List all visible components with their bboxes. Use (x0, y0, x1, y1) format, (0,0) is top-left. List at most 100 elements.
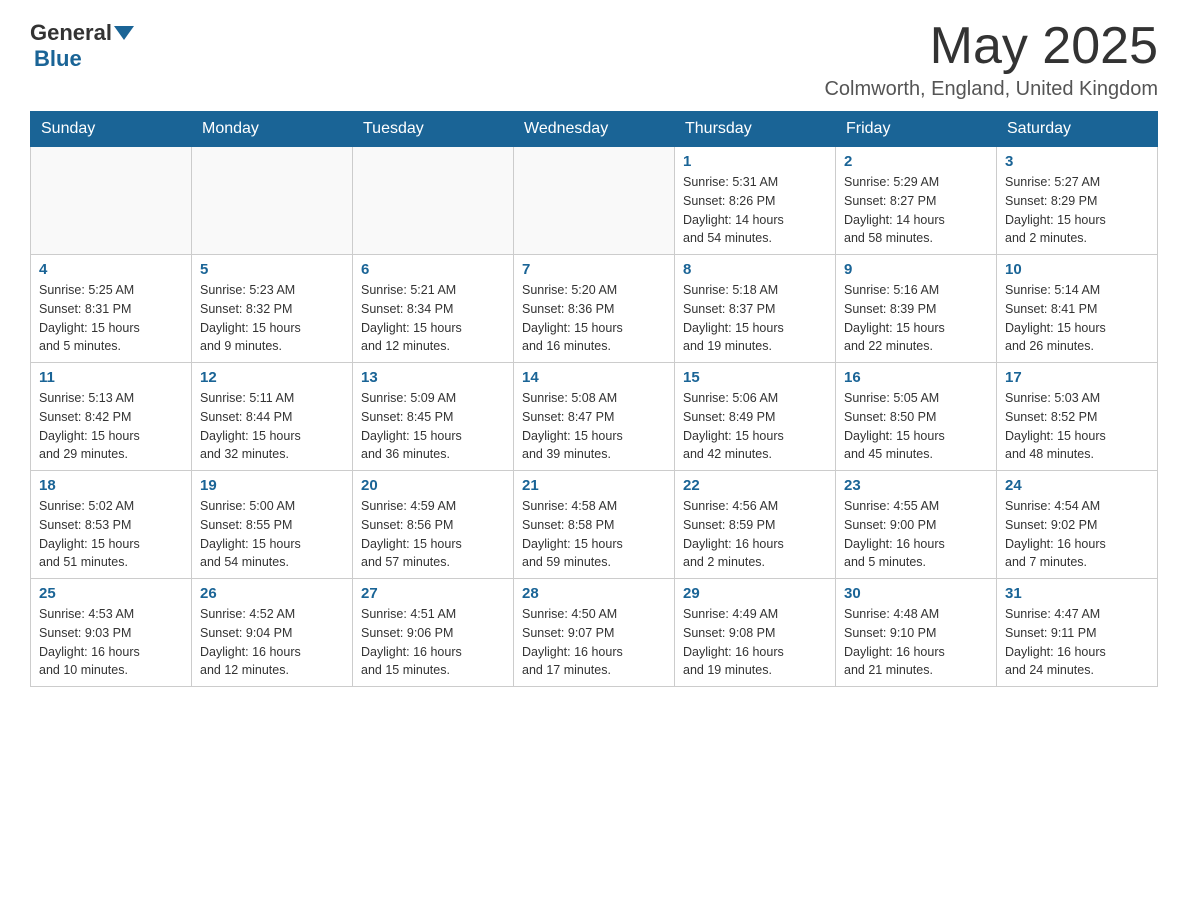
day-info: Sunrise: 5:09 AM Sunset: 8:45 PM Dayligh… (361, 389, 505, 464)
calendar-cell: 14Sunrise: 5:08 AM Sunset: 8:47 PM Dayli… (514, 363, 675, 471)
calendar-cell: 8 Sunrise: 5:18 AM Sunset: 8:37 PM Daylig… (675, 255, 836, 363)
day-number: 6 (361, 261, 505, 278)
calendar-cell: 13 Sunrise: 5:09 AM Sunset: 8:45 PM Dayli… (353, 363, 514, 471)
day-info: Sunrise: 5:31 AM Sunset: 8:26 PM Dayligh… (683, 173, 827, 248)
weekday-header-wednesday: Wednesday (514, 112, 675, 147)
calendar-cell: 25 Sunrise: 4:53 AM Sunset: 9:03 PM Dayli… (31, 579, 192, 687)
day-number: 20 (361, 477, 505, 494)
day-number: 30 (844, 585, 988, 602)
calendar-cell: 5Sunrise: 5:23 AM Sunset: 8:32 PM Daylig… (192, 255, 353, 363)
day-number: 21 (522, 477, 666, 494)
week-row-1: 1Sunrise: 5:31 AM Sunset: 8:26 PM Daylig… (31, 147, 1158, 255)
calendar-cell: 4 Sunrise: 5:25 AM Sunset: 8:31 PM Daylig… (31, 255, 192, 363)
day-number: 3 (1005, 153, 1149, 170)
calendar-cell: 6 Sunrise: 5:21 AM Sunset: 8:34 PM Daylig… (353, 255, 514, 363)
day-number: 10 (1005, 261, 1149, 278)
calendar-cell: 29Sunrise: 4:49 AM Sunset: 9:08 PM Dayli… (675, 579, 836, 687)
day-info: Sunrise: 5:18 AM Sunset: 8:37 PM Dayligh… (683, 281, 827, 356)
calendar-cell: 24 Sunrise: 4:54 AM Sunset: 9:02 PM Dayli… (997, 471, 1158, 579)
day-number: 16 (844, 369, 988, 386)
day-info: Sunrise: 4:55 AM Sunset: 9:00 PM Dayligh… (844, 497, 988, 572)
day-number: 13 (361, 369, 505, 386)
week-row-5: 25 Sunrise: 4:53 AM Sunset: 9:03 PM Dayli… (31, 579, 1158, 687)
calendar-cell (353, 147, 514, 255)
location-title: Colmworth, England, United Kingdom (824, 78, 1158, 101)
day-info: Sunrise: 5:16 AM Sunset: 8:39 PM Dayligh… (844, 281, 988, 356)
day-number: 25 (39, 585, 183, 602)
day-info: Sunrise: 4:56 AM Sunset: 8:59 PM Dayligh… (683, 497, 827, 572)
day-info: Sunrise: 5:14 AM Sunset: 8:41 PM Dayligh… (1005, 281, 1149, 356)
calendar-cell: 15 Sunrise: 5:06 AM Sunset: 8:49 PM Dayli… (675, 363, 836, 471)
week-row-2: 4 Sunrise: 5:25 AM Sunset: 8:31 PM Daylig… (31, 255, 1158, 363)
day-info: Sunrise: 4:54 AM Sunset: 9:02 PM Dayligh… (1005, 497, 1149, 572)
calendar-cell: 1Sunrise: 5:31 AM Sunset: 8:26 PM Daylig… (675, 147, 836, 255)
day-number: 2 (844, 153, 988, 170)
day-number: 12 (200, 369, 344, 386)
logo: General Blue (30, 20, 136, 72)
day-number: 31 (1005, 585, 1149, 602)
day-info: Sunrise: 5:23 AM Sunset: 8:32 PM Dayligh… (200, 281, 344, 356)
day-number: 28 (522, 585, 666, 602)
day-info: Sunrise: 4:53 AM Sunset: 9:03 PM Dayligh… (39, 605, 183, 680)
week-row-4: 18Sunrise: 5:02 AM Sunset: 8:53 PM Dayli… (31, 471, 1158, 579)
day-number: 11 (39, 369, 183, 386)
calendar-cell: 7 Sunrise: 5:20 AM Sunset: 8:36 PM Daylig… (514, 255, 675, 363)
day-info: Sunrise: 5:03 AM Sunset: 8:52 PM Dayligh… (1005, 389, 1149, 464)
calendar-cell: 31 Sunrise: 4:47 AM Sunset: 9:11 PM Dayli… (997, 579, 1158, 687)
weekday-header-sunday: Sunday (31, 112, 192, 147)
calendar-cell: 22 Sunrise: 4:56 AM Sunset: 8:59 PM Dayli… (675, 471, 836, 579)
calendar-cell (31, 147, 192, 255)
day-number: 7 (522, 261, 666, 278)
day-info: Sunrise: 4:51 AM Sunset: 9:06 PM Dayligh… (361, 605, 505, 680)
day-info: Sunrise: 4:52 AM Sunset: 9:04 PM Dayligh… (200, 605, 344, 680)
weekday-header-monday: Monday (192, 112, 353, 147)
calendar-cell: 28 Sunrise: 4:50 AM Sunset: 9:07 PM Dayli… (514, 579, 675, 687)
logo-blue-text: Blue (34, 46, 82, 71)
day-number: 19 (200, 477, 344, 494)
calendar-cell: 2 Sunrise: 5:29 AM Sunset: 8:27 PM Daylig… (836, 147, 997, 255)
day-number: 4 (39, 261, 183, 278)
weekday-header-friday: Friday (836, 112, 997, 147)
day-number: 8 (683, 261, 827, 278)
day-info: Sunrise: 5:20 AM Sunset: 8:36 PM Dayligh… (522, 281, 666, 356)
day-number: 23 (844, 477, 988, 494)
day-info: Sunrise: 4:50 AM Sunset: 9:07 PM Dayligh… (522, 605, 666, 680)
day-info: Sunrise: 5:06 AM Sunset: 8:49 PM Dayligh… (683, 389, 827, 464)
weekday-header-thursday: Thursday (675, 112, 836, 147)
day-number: 14 (522, 369, 666, 386)
calendar-cell: 17Sunrise: 5:03 AM Sunset: 8:52 PM Dayli… (997, 363, 1158, 471)
weekday-header-row: SundayMondayTuesdayWednesdayThursdayFrid… (31, 112, 1158, 147)
day-number: 22 (683, 477, 827, 494)
day-number: 9 (844, 261, 988, 278)
logo-general-text: General (30, 20, 112, 46)
day-info: Sunrise: 4:48 AM Sunset: 9:10 PM Dayligh… (844, 605, 988, 680)
day-number: 24 (1005, 477, 1149, 494)
header: General Blue May 2025 Colmworth, England… (30, 20, 1158, 101)
calendar-cell: 30 Sunrise: 4:48 AM Sunset: 9:10 PM Dayli… (836, 579, 997, 687)
day-info: Sunrise: 5:11 AM Sunset: 8:44 PM Dayligh… (200, 389, 344, 464)
month-title: May 2025 (824, 20, 1158, 72)
calendar-cell: 26 Sunrise: 4:52 AM Sunset: 9:04 PM Dayli… (192, 579, 353, 687)
day-info: Sunrise: 5:27 AM Sunset: 8:29 PM Dayligh… (1005, 173, 1149, 248)
calendar-cell: 19Sunrise: 5:00 AM Sunset: 8:55 PM Dayli… (192, 471, 353, 579)
day-info: Sunrise: 4:58 AM Sunset: 8:58 PM Dayligh… (522, 497, 666, 572)
calendar-cell: 10 Sunrise: 5:14 AM Sunset: 8:41 PM Dayli… (997, 255, 1158, 363)
calendar-cell: 9 Sunrise: 5:16 AM Sunset: 8:39 PM Daylig… (836, 255, 997, 363)
day-info: Sunrise: 5:02 AM Sunset: 8:53 PM Dayligh… (39, 497, 183, 572)
day-number: 26 (200, 585, 344, 602)
day-info: Sunrise: 5:05 AM Sunset: 8:50 PM Dayligh… (844, 389, 988, 464)
weekday-header-tuesday: Tuesday (353, 112, 514, 147)
day-info: Sunrise: 4:47 AM Sunset: 9:11 PM Dayligh… (1005, 605, 1149, 680)
day-info: Sunrise: 5:29 AM Sunset: 8:27 PM Dayligh… (844, 173, 988, 248)
day-info: Sunrise: 5:25 AM Sunset: 8:31 PM Dayligh… (39, 281, 183, 356)
day-info: Sunrise: 4:49 AM Sunset: 9:08 PM Dayligh… (683, 605, 827, 680)
calendar-cell: 18Sunrise: 5:02 AM Sunset: 8:53 PM Dayli… (31, 471, 192, 579)
calendar-cell: 21 Sunrise: 4:58 AM Sunset: 8:58 PM Dayli… (514, 471, 675, 579)
day-info: Sunrise: 5:21 AM Sunset: 8:34 PM Dayligh… (361, 281, 505, 356)
day-number: 15 (683, 369, 827, 386)
week-row-3: 11Sunrise: 5:13 AM Sunset: 8:42 PM Dayli… (31, 363, 1158, 471)
calendar-table: SundayMondayTuesdayWednesdayThursdayFrid… (30, 111, 1158, 687)
logo-triangle-icon (114, 26, 134, 40)
calendar-cell: 16 Sunrise: 5:05 AM Sunset: 8:50 PM Dayli… (836, 363, 997, 471)
calendar-cell: 23 Sunrise: 4:55 AM Sunset: 9:00 PM Dayli… (836, 471, 997, 579)
